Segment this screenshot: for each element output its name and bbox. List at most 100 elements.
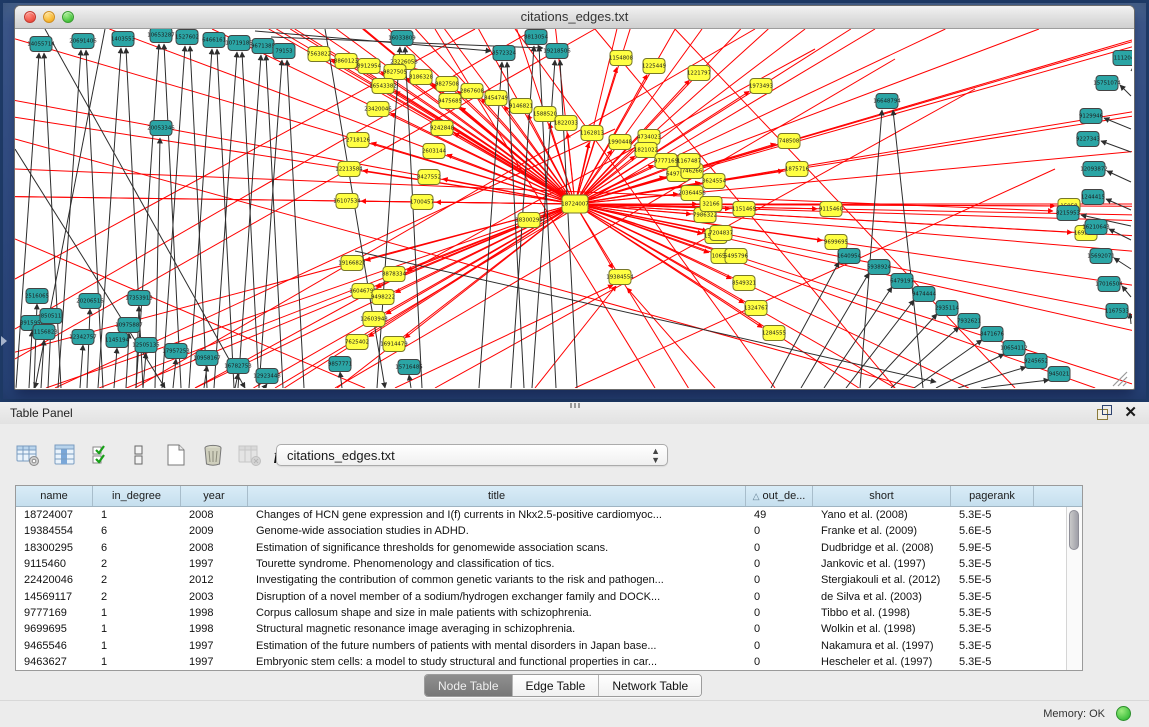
column-header-short[interactable]: short: [813, 486, 951, 506]
node-8215953[interactable]: 8215953: [1056, 206, 1080, 221]
node-10958167[interactable]: 10958167: [193, 351, 220, 366]
selected-node-1973493[interactable]: 1973493: [749, 79, 773, 94]
panel-drag-handle[interactable]: [570, 403, 582, 408]
edge[interactable]: [235, 374, 238, 388]
selected-node-16914479[interactable]: 16914479: [380, 337, 408, 352]
node-17957253[interactable]: 17957253: [162, 344, 189, 359]
memory-ok-icon[interactable]: [1116, 706, 1131, 721]
selected-edge[interactable]: [575, 204, 702, 234]
selected-node-7563822[interactable]: 7563822: [307, 47, 331, 62]
node-20053346[interactable]: 20053346: [147, 121, 175, 136]
window-titlebar[interactable]: citations_edges.txt: [15, 6, 1134, 29]
selected-node-1324767[interactable]: 1324767: [744, 301, 768, 316]
node-20691406[interactable]: 20691406: [69, 34, 97, 49]
node-7932621[interactable]: 7932621: [957, 314, 981, 329]
node-9245652[interactable]: 9245652: [1024, 354, 1048, 369]
node-8572324[interactable]: 8572324: [492, 46, 517, 61]
selected-node-1700457[interactable]: 1700457: [410, 195, 434, 210]
delete-table-button[interactable]: [199, 444, 227, 470]
selected-node-1151469[interactable]: 1151469: [732, 202, 757, 217]
selected-node-12213584[interactable]: 12213584: [335, 162, 363, 177]
edge[interactable]: [264, 384, 267, 388]
edge[interactable]: [1120, 85, 1131, 96]
node-11156823[interactable]: 11156823: [30, 325, 57, 340]
tab-node-table[interactable]: Node Table: [425, 675, 513, 696]
node-10654112[interactable]: 10654112: [1000, 341, 1027, 356]
node-2935114[interactable]: 2935114: [935, 301, 960, 316]
edge[interactable]: [1122, 286, 1131, 297]
show-columns-button[interactable]: [51, 444, 79, 470]
selected-node-16543382[interactable]: 16543382: [369, 79, 396, 94]
selected-node-1225449[interactable]: 1225449: [642, 59, 667, 74]
table-selector-dropdown[interactable]: citations_edges.txt ▲▼: [276, 444, 668, 466]
node-15716485[interactable]: 15716485: [395, 360, 422, 375]
selected-node-5495796[interactable]: 5495796: [724, 249, 749, 264]
selected-node-1162813[interactable]: 1162813: [580, 126, 604, 141]
node-12093872[interactable]: 12093872: [1080, 162, 1107, 177]
table-row[interactable]: 1872400712008Changes of HCN gene express…: [16, 507, 1082, 523]
selected-node-9146821[interactable]: 9146821: [509, 99, 533, 114]
selected-edge[interactable]: [366, 204, 575, 260]
node-15751074[interactable]: 15751074: [1093, 76, 1121, 91]
selected-node-32166[interactable]: 32166: [700, 197, 722, 212]
node-16033809[interactable]: 16033809: [388, 31, 416, 46]
table-row[interactable]: 2242004622012Investigating the contribut…: [16, 572, 1082, 588]
node-8813054[interactable]: 8813054: [524, 30, 549, 45]
selected-node-1221797[interactable]: 1221797: [687, 66, 711, 81]
selected-node-9475685[interactable]: 9475685: [438, 94, 462, 109]
edge[interactable]: [1104, 118, 1131, 129]
node-9857771[interactable]: 9857771: [328, 357, 352, 372]
selected-node-19166827[interactable]: 19166827: [338, 256, 365, 271]
node-10653287[interactable]: 10653287: [147, 29, 174, 43]
node-5938924[interactable]: 5938924: [867, 260, 892, 275]
node-6466161[interactable]: 6466161: [202, 33, 226, 48]
table-row[interactable]: 1456911722003Disruption of a novel membe…: [16, 588, 1082, 604]
selected-node-8860123[interactable]: 8860123: [334, 54, 358, 69]
selected-node-18724007[interactable]: 18724007: [561, 195, 588, 213]
node-10975887[interactable]: 10975887: [115, 318, 142, 333]
edge[interactable]: [266, 55, 283, 388]
table-row[interactable]: 946362711997Embryonic stem cells: a mode…: [16, 654, 1082, 670]
selected-node-748508[interactable]: 748508: [778, 134, 800, 149]
selected-node-1154808[interactable]: 1154808: [609, 51, 634, 66]
node-16210643[interactable]: 16210643: [1082, 220, 1109, 235]
edge[interactable]: [560, 60, 577, 388]
selected-node-1167487[interactable]: 1167487: [677, 154, 701, 169]
table-settings-button[interactable]: [14, 444, 42, 470]
selected-node-18300295[interactable]: 18300295: [515, 213, 542, 228]
selected-node-7625402[interactable]: 7625402: [345, 335, 369, 350]
column-header-year[interactable]: year: [181, 486, 248, 506]
edge[interactable]: [259, 60, 282, 388]
selected-node-8878334[interactable]: 8878334: [382, 267, 407, 282]
selected-node-2867608[interactable]: 2867608: [460, 84, 485, 99]
node-19218506[interactable]: 19218506: [543, 44, 571, 59]
selected-node-1284555[interactable]: 1284555: [762, 326, 786, 341]
close-panel-icon[interactable]: ✕: [1124, 405, 1137, 420]
column-header-in_degree[interactable]: in_degree: [93, 486, 181, 506]
selected-node-9699695[interactable]: 9699695: [824, 235, 848, 250]
node-17016504[interactable]: 17016504: [1095, 277, 1123, 292]
selected-node-8186328[interactable]: 8186328: [409, 70, 434, 85]
selected-node-9115460[interactable]: 9115460: [819, 202, 844, 217]
node-6479197[interactable]: 6479197: [890, 274, 914, 289]
edge[interactable]: [958, 367, 1026, 388]
edge[interactable]: [1114, 258, 1131, 269]
edge[interactable]: [1101, 141, 1131, 152]
node-9671385[interactable]: 9671385: [251, 39, 275, 54]
column-header-out_de[interactable]: △out_de...: [746, 486, 813, 506]
node-10719185[interactable]: 10719185: [225, 36, 252, 51]
table-row[interactable]: 977716911998Corpus callosum shape and si…: [16, 605, 1082, 621]
network-view-window[interactable]: citations_edges.txt 18724007 756382288601…: [14, 5, 1135, 390]
node-111204[interactable]: 111204: [1113, 51, 1132, 66]
node-2516065[interactable]: 2516065: [25, 289, 49, 304]
node-15692071[interactable]: 15692071: [1087, 249, 1114, 264]
network-graph[interactable]: 1872400775638228860123891295423226058982…: [15, 29, 1132, 388]
node-79153[interactable]: 79153: [273, 44, 295, 59]
table-row[interactable]: 911546021997Tourette syndrome. Phenomeno…: [16, 556, 1082, 572]
selected-edge[interactable]: [575, 29, 1039, 204]
column-header-title[interactable]: title: [248, 486, 746, 506]
panel-collapse-arrow-icon[interactable]: [1, 336, 7, 346]
node-9227343[interactable]: 9227343: [1076, 132, 1100, 147]
selected-node-9242848[interactable]: 9242848: [430, 121, 455, 136]
selected-node-9827508[interactable]: 9827508: [435, 77, 460, 92]
